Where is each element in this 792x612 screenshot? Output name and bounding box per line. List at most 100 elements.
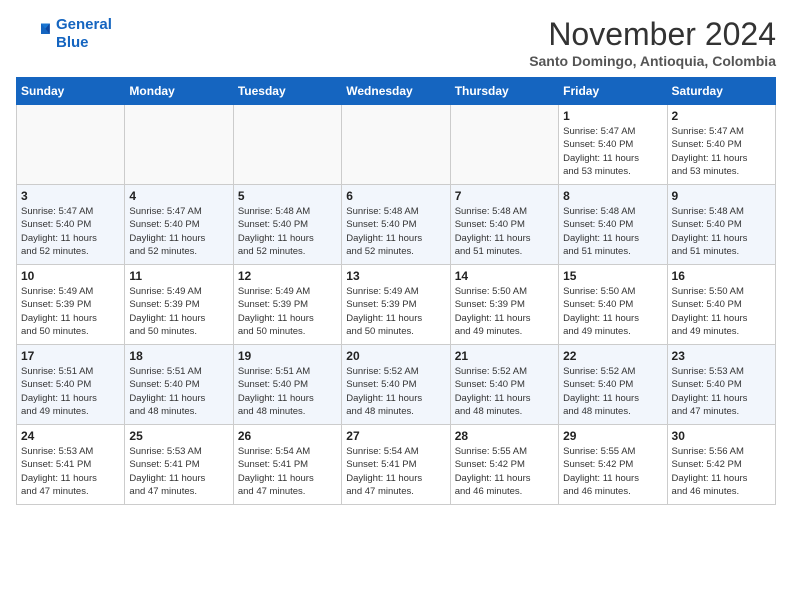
day-info: Sunrise: 5:48 AM Sunset: 5:40 PM Dayligh… [346,205,445,258]
day-info: Sunrise: 5:48 AM Sunset: 5:40 PM Dayligh… [238,205,337,258]
day-info: Sunrise: 5:47 AM Sunset: 5:40 PM Dayligh… [672,125,771,178]
weekday-header: Wednesday [342,78,450,105]
day-info: Sunrise: 5:49 AM Sunset: 5:39 PM Dayligh… [21,285,120,338]
day-number: 17 [21,349,120,363]
day-info: Sunrise: 5:49 AM Sunset: 5:39 PM Dayligh… [238,285,337,338]
day-info: Sunrise: 5:53 AM Sunset: 5:40 PM Dayligh… [672,365,771,418]
calendar-cell: 2 Sunrise: 5:47 AM Sunset: 5:40 PM Daylig… [667,105,775,185]
day-info: Sunrise: 5:55 AM Sunset: 5:42 PM Dayligh… [563,445,662,498]
calendar-cell: 21 Sunrise: 5:52 AM Sunset: 5:40 PM Dayli… [450,345,558,425]
calendar-cell: 15 Sunrise: 5:50 AM Sunset: 5:40 PM Dayli… [559,265,667,345]
calendar-cell: 25 Sunrise: 5:53 AM Sunset: 5:41 PM Dayli… [125,425,233,505]
day-number: 22 [563,349,662,363]
day-info: Sunrise: 5:50 AM Sunset: 5:40 PM Dayligh… [672,285,771,338]
calendar-week-row: 17 Sunrise: 5:51 AM Sunset: 5:40 PM Dayli… [17,345,776,425]
day-number: 3 [21,189,120,203]
day-info: Sunrise: 5:54 AM Sunset: 5:41 PM Dayligh… [238,445,337,498]
calendar-cell: 30 Sunrise: 5:56 AM Sunset: 5:42 PM Dayli… [667,425,775,505]
calendar-cell [233,105,341,185]
day-info: Sunrise: 5:51 AM Sunset: 5:40 PM Dayligh… [21,365,120,418]
day-number: 21 [455,349,554,363]
calendar-week-row: 24 Sunrise: 5:53 AM Sunset: 5:41 PM Dayli… [17,425,776,505]
day-info: Sunrise: 5:50 AM Sunset: 5:40 PM Dayligh… [563,285,662,338]
day-info: Sunrise: 5:51 AM Sunset: 5:40 PM Dayligh… [129,365,228,418]
calendar-table: SundayMondayTuesdayWednesdayThursdayFrid… [16,77,776,505]
day-number: 30 [672,429,771,443]
calendar-cell: 13 Sunrise: 5:49 AM Sunset: 5:39 PM Dayli… [342,265,450,345]
day-number: 2 [672,109,771,123]
weekday-header: Friday [559,78,667,105]
weekday-header: Monday [125,78,233,105]
calendar-cell [450,105,558,185]
day-number: 12 [238,269,337,283]
calendar-cell: 9 Sunrise: 5:48 AM Sunset: 5:40 PM Daylig… [667,185,775,265]
day-info: Sunrise: 5:53 AM Sunset: 5:41 PM Dayligh… [129,445,228,498]
day-info: Sunrise: 5:52 AM Sunset: 5:40 PM Dayligh… [455,365,554,418]
calendar-cell: 26Sunrise: 5:54 AM Sunset: 5:41 PM Dayli… [233,425,341,505]
day-info: Sunrise: 5:51 AM Sunset: 5:40 PM Dayligh… [238,365,337,418]
day-info: Sunrise: 5:54 AM Sunset: 5:41 PM Dayligh… [346,445,445,498]
day-info: Sunrise: 5:47 AM Sunset: 5:40 PM Dayligh… [563,125,662,178]
page-header: General Blue November 2024 Santo Domingo… [16,16,776,69]
day-number: 11 [129,269,228,283]
calendar-cell: 28 Sunrise: 5:55 AM Sunset: 5:42 PM Dayli… [450,425,558,505]
calendar-cell: 1Sunrise: 5:47 AM Sunset: 5:40 PM Daylig… [559,105,667,185]
calendar-cell: 19 Sunrise: 5:51 AM Sunset: 5:40 PM Dayli… [233,345,341,425]
calendar-cell: 8 Sunrise: 5:48 AM Sunset: 5:40 PM Daylig… [559,185,667,265]
weekday-header: Tuesday [233,78,341,105]
day-number: 8 [563,189,662,203]
day-number: 23 [672,349,771,363]
calendar-cell: 17 Sunrise: 5:51 AM Sunset: 5:40 PM Dayli… [17,345,125,425]
day-info: Sunrise: 5:47 AM Sunset: 5:40 PM Dayligh… [21,205,120,258]
calendar-cell: 24 Sunrise: 5:53 AM Sunset: 5:41 PM Dayli… [17,425,125,505]
day-info: Sunrise: 5:48 AM Sunset: 5:40 PM Dayligh… [672,205,771,258]
calendar-cell: 22Sunrise: 5:52 AM Sunset: 5:40 PM Dayli… [559,345,667,425]
calendar-cell: 3 Sunrise: 5:47 AM Sunset: 5:40 PM Daylig… [17,185,125,265]
day-number: 4 [129,189,228,203]
day-number: 9 [672,189,771,203]
day-info: Sunrise: 5:49 AM Sunset: 5:39 PM Dayligh… [346,285,445,338]
calendar-cell: 6Sunrise: 5:48 AM Sunset: 5:40 PM Daylig… [342,185,450,265]
calendar-cell: 14 Sunrise: 5:50 AM Sunset: 5:39 PM Dayli… [450,265,558,345]
calendar-week-row: 3 Sunrise: 5:47 AM Sunset: 5:40 PM Daylig… [17,185,776,265]
calendar-cell: 4 Sunrise: 5:47 AM Sunset: 5:40 PM Daylig… [125,185,233,265]
day-number: 18 [129,349,228,363]
day-info: Sunrise: 5:50 AM Sunset: 5:39 PM Dayligh… [455,285,554,338]
logo-line2: Blue [56,34,89,51]
day-number: 25 [129,429,228,443]
logo-line1: General [56,16,112,33]
day-number: 13 [346,269,445,283]
day-info: Sunrise: 5:47 AM Sunset: 5:40 PM Dayligh… [129,205,228,258]
day-number: 28 [455,429,554,443]
calendar-week-row: 10Sunrise: 5:49 AM Sunset: 5:39 PM Dayli… [17,265,776,345]
day-number: 7 [455,189,554,203]
calendar-cell: 23 Sunrise: 5:53 AM Sunset: 5:40 PM Dayli… [667,345,775,425]
day-info: Sunrise: 5:48 AM Sunset: 5:40 PM Dayligh… [455,205,554,258]
day-info: Sunrise: 5:56 AM Sunset: 5:42 PM Dayligh… [672,445,771,498]
calendar-cell: 5Sunrise: 5:48 AM Sunset: 5:40 PM Daylig… [233,185,341,265]
calendar-cell: 7 Sunrise: 5:48 AM Sunset: 5:40 PM Daylig… [450,185,558,265]
weekday-header: Sunday [17,78,125,105]
calendar-week-row: 1Sunrise: 5:47 AM Sunset: 5:40 PM Daylig… [17,105,776,185]
day-info: Sunrise: 5:48 AM Sunset: 5:40 PM Dayligh… [563,205,662,258]
calendar-cell: 18 Sunrise: 5:51 AM Sunset: 5:40 PM Dayli… [125,345,233,425]
day-info: Sunrise: 5:53 AM Sunset: 5:41 PM Dayligh… [21,445,120,498]
day-number: 19 [238,349,337,363]
location: Santo Domingo, Antioquia, Colombia [529,53,776,69]
calendar-cell: 12 Sunrise: 5:49 AM Sunset: 5:39 PM Dayli… [233,265,341,345]
calendar-cell: 11Sunrise: 5:49 AM Sunset: 5:39 PM Dayli… [125,265,233,345]
day-number: 15 [563,269,662,283]
weekday-header: Saturday [667,78,775,105]
day-number: 24 [21,429,120,443]
calendar-cell: 16Sunrise: 5:50 AM Sunset: 5:40 PM Dayli… [667,265,775,345]
day-info: Sunrise: 5:55 AM Sunset: 5:42 PM Dayligh… [455,445,554,498]
title-block: November 2024 Santo Domingo, Antioquia, … [529,16,776,69]
day-number: 20 [346,349,445,363]
calendar-cell: 20Sunrise: 5:52 AM Sunset: 5:40 PM Dayli… [342,345,450,425]
calendar-cell: 27Sunrise: 5:54 AM Sunset: 5:41 PM Dayli… [342,425,450,505]
day-number: 14 [455,269,554,283]
logo: General Blue [16,16,112,52]
day-number: 29 [563,429,662,443]
logo-text: General Blue [56,16,112,52]
calendar-cell [125,105,233,185]
